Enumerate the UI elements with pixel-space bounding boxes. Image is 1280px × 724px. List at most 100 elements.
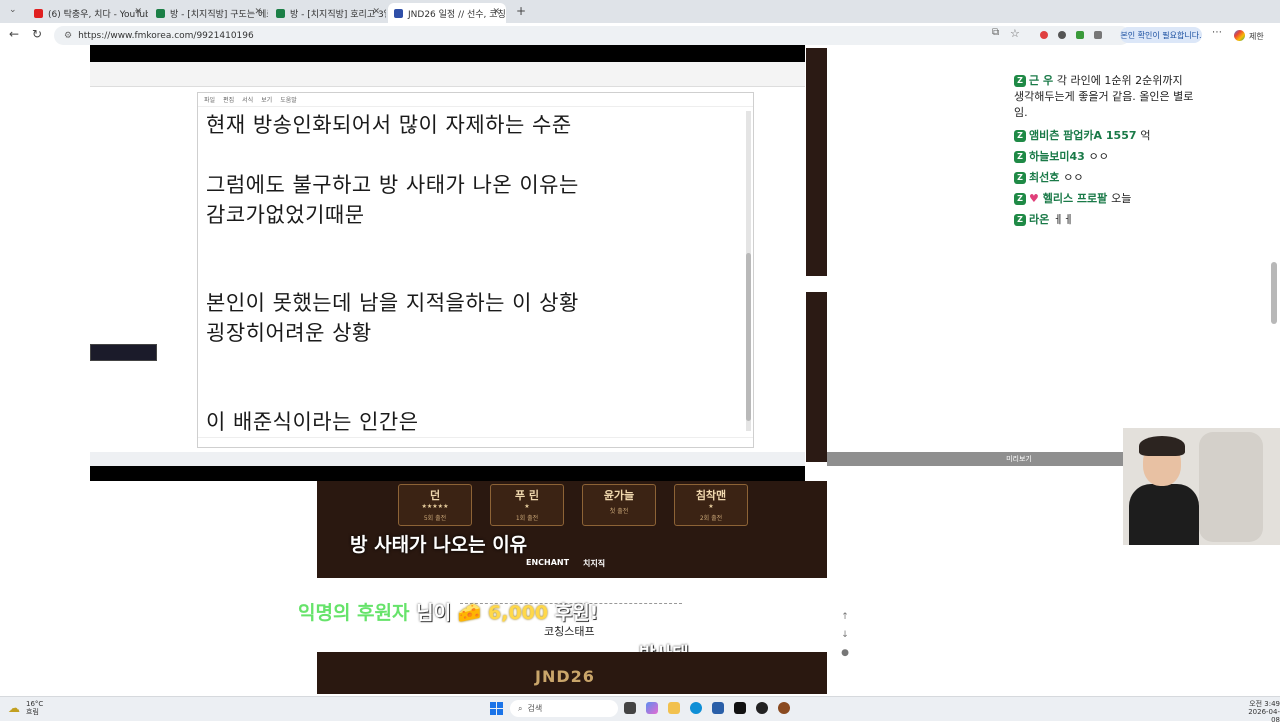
reload-icon[interactable]: ↻ [32,27,42,41]
player-card: 던 ★★★★★ 5회 출전 [398,484,472,526]
player-stars: ★ [524,503,530,510]
taskbar-search-placeholder: 검색 [527,704,543,713]
notepad-text-line: 굉장히어려운 상황 [206,321,372,345]
player-name: 윤가늘 [603,489,635,502]
donation-text: 님이 [409,602,458,624]
back-icon[interactable]: ← [9,27,19,41]
player-card: 윤가늘 첫 출전 [582,484,656,526]
windows-taskbar: ☁ 16°C 흐림 ⌕ 검색 오전 3:49 2026-04-08 [0,696,1280,724]
chat-text: 억 [1140,129,1151,142]
profile-label: 제한 [1249,32,1264,41]
chat-message: Z 하늘보미43 ㅇㅇ [1014,148,1109,164]
player-stars: ★★★★★ [421,503,449,510]
tab-list-chevron-icon[interactable]: ⌄ [9,5,17,15]
notepad-text-line: 이 배준식이라는 인간은 [206,410,419,434]
donation-amount: 6,000 [488,602,549,624]
site-info-icon[interactable]: ⚙ [64,31,72,41]
edge-icon[interactable] [690,702,702,714]
translate-icon[interactable]: ⧉ [992,27,999,38]
chat-text: 임. [1014,106,1028,119]
tab-youtube[interactable]: (6) 탁충우, 치다 - YouTube ✕ [28,3,148,23]
tab-label: 방 - [치지직방] 구도는 에르 [170,9,268,20]
chat-message: Z근 우 각 라인에 1순위 2순위까지 [1014,72,1183,88]
weather-widget[interactable]: 16°C 흐림 [26,700,43,716]
clock-date: 2026-04-08 [1248,708,1280,724]
chzzk-logo: 치지직 [583,559,606,568]
youtube-icon [34,8,43,18]
chat-message: 생각해두는게 좋을거 같음. 올인은 별로 [1014,88,1193,104]
chair [1199,432,1263,542]
chat-text: ㅇㅇ [1088,150,1109,163]
tab-label: JND26 일정 // 선수, 코칭 스 [408,9,506,20]
task-view-icon[interactable] [624,702,636,714]
cheese-icon: 🧀 [457,602,482,624]
player-name: 푸 린 [514,489,540,502]
chat-text: 생각해두는게 좋을거 같음. 올인은 별로 [1014,90,1194,103]
search-icon: ⌕ [518,703,523,713]
tab-jnd26[interactable]: JND26 일정 // 선수, 코칭 스 ✕ [388,3,506,23]
weather-cloud-icon: ☁ [8,701,20,715]
comment-icon[interactable]: ● [838,646,852,660]
chzzk-icon [156,8,165,18]
extension-icon[interactable] [1058,31,1066,39]
tab-chzzk-1[interactable]: 방 - [치지직방] 구도는 에르 ✕ [150,3,268,23]
profile-avatar-icon[interactable] [1234,30,1245,41]
shared-screen-taskbar [90,452,805,466]
chrome-icon[interactable] [756,702,768,714]
taskbar-clock[interactable]: 오전 3:49 2026-04-08 [1241,700,1280,724]
notepad-text-line: 현재 방송인화되어서 많이 자제하는 수준 [206,113,572,137]
address-url: https://www.fmkorea.com/9921410196 [78,30,254,41]
jnd26-banner: JND26 [317,652,827,694]
taskbar-search-box[interactable]: ⌕ 검색 [510,700,618,717]
app-icon[interactable] [734,702,746,714]
close-tab-icon[interactable]: ✕ [134,7,142,17]
player-stars: ★ [708,503,714,510]
chat-username: 최선호 [1029,171,1060,184]
player-name: 침착맨 [695,489,727,502]
heart-badge-icon: ♥ [1029,192,1039,205]
copilot-icon[interactable] [646,702,658,714]
chat-message: Z 라온 ㅔㅔ [1014,211,1073,227]
notepad-menu-edit[interactable]: 편집 [223,95,234,104]
chat-message: Z 앰비츤 팜업카A 1557 억 [1014,127,1150,143]
app-icon[interactable] [712,702,724,714]
player-appearances: 5회 출전 [423,515,447,522]
close-tab-icon[interactable]: ✕ [492,7,500,17]
notepad-scrollbar-thumb[interactable] [746,253,751,421]
player-card: 푸 린 ★ 1회 출전 [490,484,564,526]
notepad-menu-view[interactable]: 보기 [261,95,272,104]
file-explorer-icon[interactable] [668,702,680,714]
extension-icon[interactable] [1076,31,1084,39]
notepad-menu-format[interactable]: 서식 [242,95,253,104]
page-scrollbar-thumb[interactable] [1271,262,1277,324]
person-hair [1139,436,1185,456]
donor-name: 익명의 후원자 [298,602,410,624]
close-tab-icon[interactable]: ✕ [254,7,262,17]
clock-time: 오전 3:49 [1249,700,1280,708]
chat-username: 라온 [1029,213,1050,226]
fmkorea-icon [394,8,403,18]
menu-dots-icon[interactable]: ⋯ [1212,27,1222,38]
tab-chzzk-2[interactable]: 방 - [치지직방] 호리고 3일 ✕ [270,3,386,23]
scroll-down-icon[interactable]: ↓ [838,628,852,642]
windows-start-icon[interactable] [490,702,503,715]
app-icon[interactable] [778,702,790,714]
extensions-puzzle-icon[interactable] [1094,31,1102,39]
notepad-menu-help[interactable]: 도움말 [280,95,297,104]
chat-username: 앰비츤 팜업카A 1557 [1029,129,1137,142]
address-bar[interactable]: ⚙ https://www.fmkorea.com/9921410196 [54,26,1130,45]
chzzk-badge-icon: Z [1014,193,1026,205]
coaching-staff-label: 코칭스태프 [544,625,595,638]
notepad-text-line: 감코가없었기때문 [206,203,365,227]
extension-icon[interactable] [1040,31,1048,39]
chat-username: 근 우 [1029,74,1054,87]
notepad-menu-file[interactable]: 파일 [204,95,215,104]
tab-bar: ⌄ (6) 탁충우, 치다 - YouTube ✕ 방 - [치지직방] 구도는… [0,0,1280,23]
identity-confirm-button[interactable]: 본인 확인이 필요합니다. [1120,27,1202,43]
new-tab-button[interactable]: + [516,4,526,18]
notepad-text-line: 본인이 못했는데 남을 지적을하는 이 상황 [206,291,579,315]
stream-title-caption: 방 사태가 나오는 이유 [350,534,528,556]
close-tab-icon[interactable]: ✕ [372,7,380,17]
bookmark-star-icon[interactable]: ☆ [1010,27,1020,40]
scroll-up-icon[interactable]: ↑ [838,610,852,624]
